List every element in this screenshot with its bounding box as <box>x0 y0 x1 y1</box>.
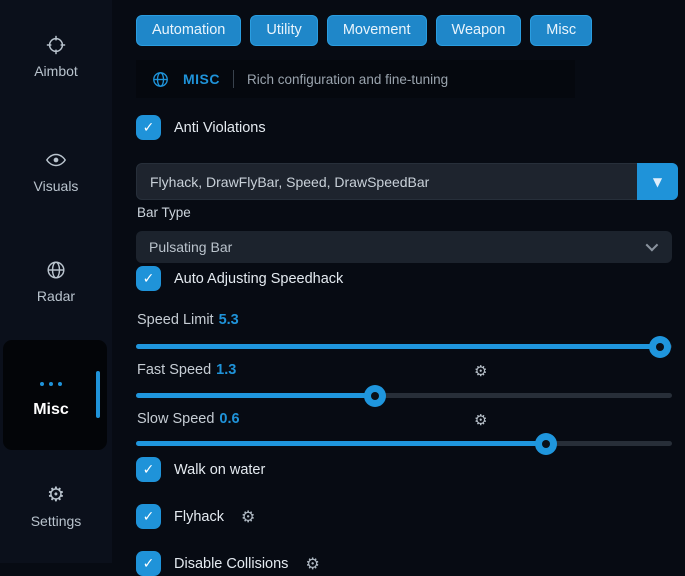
slider-label-text: Slow Speed <box>137 411 214 427</box>
tab-movement[interactable]: Movement <box>327 15 427 46</box>
bar-type-label: Bar Type <box>137 205 191 220</box>
speed-limit-slider[interactable] <box>136 344 672 349</box>
checkbox-label: Walk on water <box>174 462 265 478</box>
sidebar-item-label: Settings <box>31 513 82 529</box>
sidebar-item-label: Radar <box>37 288 75 304</box>
slider-value: 5.3 <box>219 312 239 328</box>
tab-misc[interactable]: Misc <box>530 15 592 46</box>
slow-speed-label: Slow Speed 0.6 <box>137 411 240 427</box>
slider-thumb[interactable] <box>364 385 386 407</box>
section-title: MISC <box>183 71 220 87</box>
main-panel: Automation Utility Movement Weapon Misc … <box>136 0 685 563</box>
ellipsis-icon <box>3 382 99 386</box>
disable-collisions-gear-icon[interactable]: ⚙ <box>305 554 319 573</box>
anti-violations-checkbox[interactable]: ✓ <box>136 115 161 140</box>
slow-speed-slider[interactable] <box>136 441 672 446</box>
sidebar-item-label: Visuals <box>34 178 79 194</box>
checkbox-row-auto-adjusting: ✓ Auto Adjusting Speedhack <box>136 266 343 291</box>
bar-type-select[interactable]: Pulsating Bar <box>136 231 672 263</box>
slider-fill <box>136 441 546 446</box>
dropdown-expand-button[interactable]: ▼ <box>637 163 678 200</box>
checkbox-row-disable-collisions: ✓ Disable Collisions ⚙ <box>136 551 320 576</box>
sidebar-item-settings[interactable]: ⚙ Settings <box>0 484 112 529</box>
eye-icon <box>45 149 67 171</box>
slider-label-text: Speed Limit <box>137 312 214 328</box>
slider-thumb[interactable] <box>535 433 557 455</box>
speed-limit-label: Speed Limit 5.3 <box>137 312 239 328</box>
tab-bar: Automation Utility Movement Weapon Misc <box>136 15 592 46</box>
multiselect-value: Flyhack, DrawFlyBar, Speed, DrawSpeedBar <box>150 174 429 190</box>
fast-speed-gear-icon[interactable]: ⚙ <box>474 362 487 380</box>
globe-icon <box>45 259 67 281</box>
crosshair-icon <box>45 34 67 56</box>
tab-automation[interactable]: Automation <box>136 15 241 46</box>
checkbox-label: Disable Collisions <box>174 556 288 572</box>
section-subtitle: Rich configuration and fine-tuning <box>247 72 448 87</box>
disable-collisions-checkbox[interactable]: ✓ <box>136 551 161 576</box>
section-header: MISC Rich configuration and fine-tuning <box>136 60 575 98</box>
checkbox-label: Anti Violations <box>174 120 266 136</box>
slider-value: 0.6 <box>219 411 239 427</box>
sidebar-item-visuals[interactable]: Visuals <box>0 149 112 194</box>
checkbox-label: Flyhack <box>174 509 224 525</box>
sidebar-item-aimbot[interactable]: Aimbot <box>0 34 112 79</box>
select-value: Pulsating Bar <box>149 239 232 255</box>
slider-fill <box>136 344 660 349</box>
checkbox-row-anti-violations: ✓ Anti Violations <box>136 115 266 140</box>
slider-label-text: Fast Speed <box>137 362 211 378</box>
chevron-down-icon <box>646 239 659 252</box>
sidebar-item-label: Misc <box>3 401 99 419</box>
fast-speed-label: Fast Speed 1.3 <box>137 362 236 378</box>
slow-speed-gear-icon[interactable]: ⚙ <box>474 411 487 429</box>
checkbox-row-walk-on-water: ✓ Walk on water <box>136 457 265 482</box>
features-multiselect[interactable]: Flyhack, DrawFlyBar, Speed, DrawSpeedBar… <box>136 163 678 200</box>
sidebar: Aimbot Visuals Radar Misc ⚙ Settings <box>0 0 112 563</box>
tab-weapon[interactable]: Weapon <box>436 15 522 46</box>
slider-thumb[interactable] <box>649 336 671 358</box>
auto-adjusting-checkbox[interactable]: ✓ <box>136 266 161 291</box>
checkbox-row-flyhack: ✓ Flyhack ⚙ <box>136 504 255 529</box>
flyhack-gear-icon[interactable]: ⚙ <box>241 507 255 526</box>
globe-icon <box>151 70 170 89</box>
checkbox-label: Auto Adjusting Speedhack <box>174 271 343 287</box>
active-indicator <box>96 371 100 418</box>
slider-value: 1.3 <box>216 362 236 378</box>
tab-utility[interactable]: Utility <box>250 15 317 46</box>
sidebar-item-label: Aimbot <box>34 63 78 79</box>
sidebar-item-misc[interactable]: Misc <box>3 340 107 450</box>
slider-fill <box>136 393 375 398</box>
gear-icon: ⚙ <box>45 484 67 506</box>
sidebar-item-radar[interactable]: Radar <box>0 259 112 304</box>
flyhack-checkbox[interactable]: ✓ <box>136 504 161 529</box>
fast-speed-slider[interactable] <box>136 393 672 398</box>
walk-on-water-checkbox[interactable]: ✓ <box>136 457 161 482</box>
divider <box>233 70 234 88</box>
